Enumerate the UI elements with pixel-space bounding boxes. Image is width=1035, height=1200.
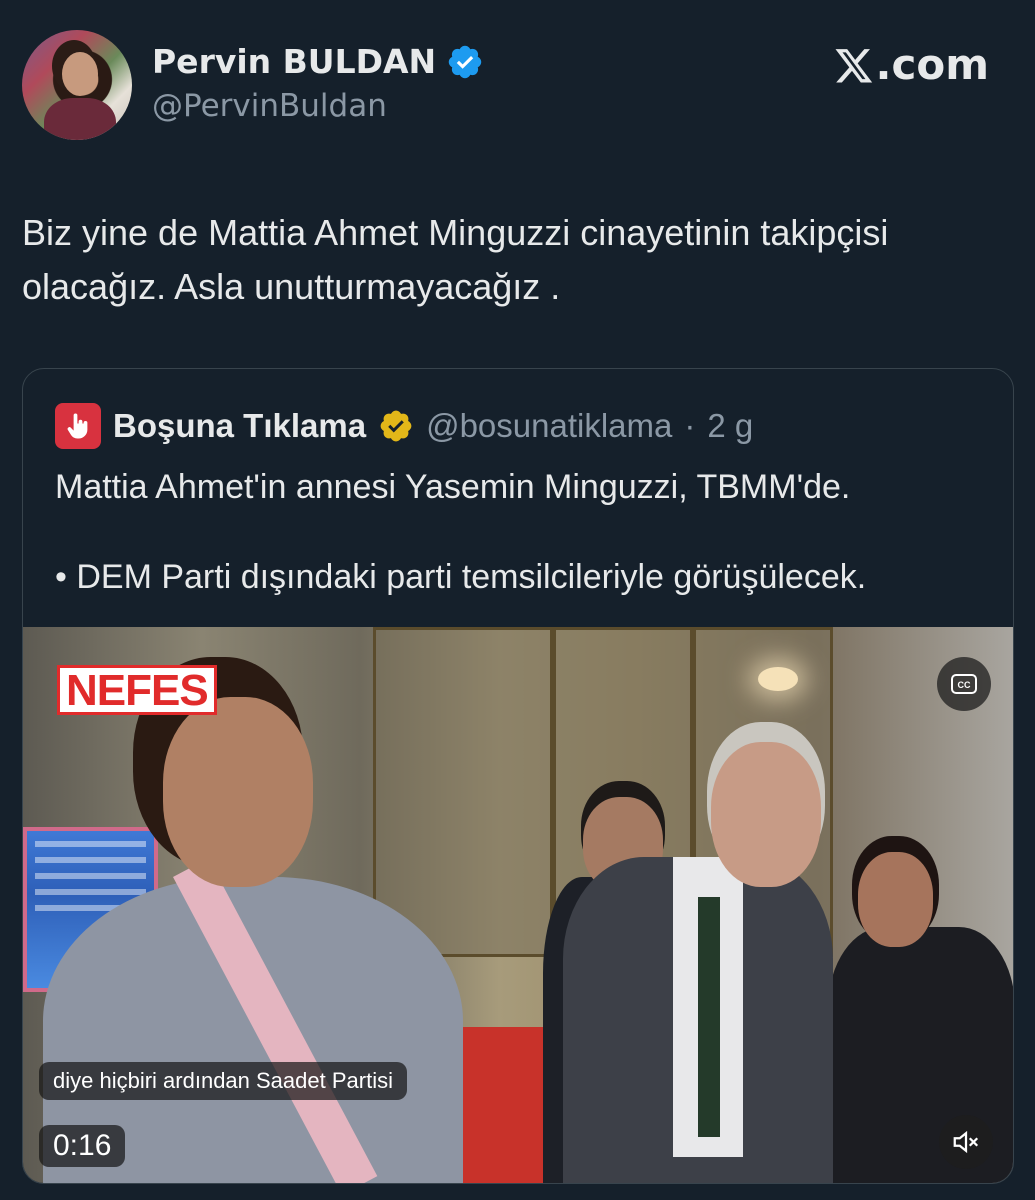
author-handle[interactable]: @PervinBuldan [152, 88, 387, 124]
man-head [711, 742, 821, 887]
avatar-figure [44, 98, 116, 140]
author-name[interactable]: Pervin BULDAN [152, 42, 436, 81]
verified-badge-icon [448, 45, 482, 78]
gold-verified-badge-icon [380, 410, 412, 442]
video-player[interactable]: NEFES CC diye hiçbiri ardından Saadet Pa… [23, 627, 1013, 1183]
background-person-head [858, 852, 933, 947]
tweet-text: Biz yine de Mattia Ahmet Minguzzi cinaye… [22, 212, 889, 307]
pointing-hand-icon [67, 413, 88, 439]
quoted-tweet-text: Mattia Ahmet'in annesi Yasemin Minguzzi,… [55, 464, 995, 600]
quoted-text-line-2: • DEM Parti dışındaki parti temsilcileri… [55, 558, 867, 596]
wall-panel [373, 627, 553, 957]
site-domain: .com [875, 40, 989, 89]
video-caption: diye hiçbiri ardından Saadet Partisi [39, 1062, 407, 1100]
quoted-author-avatar[interactable] [55, 403, 101, 449]
quoted-tweet-header: Boşuna Tıklama @bosunatiklama · 2 g [55, 403, 753, 449]
quoted-tweet-card[interactable]: Boşuna Tıklama @bosunatiklama · 2 g Matt… [22, 368, 1014, 1184]
x-com-logo: .com [834, 40, 989, 89]
muted-speaker-icon [953, 1130, 979, 1154]
author-name-row[interactable]: Pervin BULDAN [152, 42, 484, 81]
header-separator: · [684, 407, 696, 444]
quoted-text-line-1: Mattia Ahmet'in annesi Yasemin Minguzzi,… [55, 468, 851, 506]
video-elapsed-time: 0:16 [39, 1125, 126, 1167]
man-tie [698, 897, 720, 1137]
mute-button[interactable] [939, 1115, 993, 1169]
x-logo-icon [835, 48, 872, 82]
avatar-face [62, 52, 98, 96]
nefes-watermark: NEFES [57, 665, 217, 715]
quoted-author-name[interactable]: Boşuna Tıklama [113, 407, 366, 445]
author-avatar[interactable] [22, 30, 132, 140]
quoted-author-handle[interactable]: @bosunatiklama [426, 407, 672, 445]
closed-captions-icon: CC [951, 674, 977, 694]
ceiling-lamp [758, 667, 798, 691]
closed-captions-button[interactable]: CC [937, 657, 991, 711]
woman-head [163, 697, 313, 887]
quoted-tweet-time[interactable]: 2 g [707, 407, 753, 445]
cc-label: CC [958, 680, 971, 690]
